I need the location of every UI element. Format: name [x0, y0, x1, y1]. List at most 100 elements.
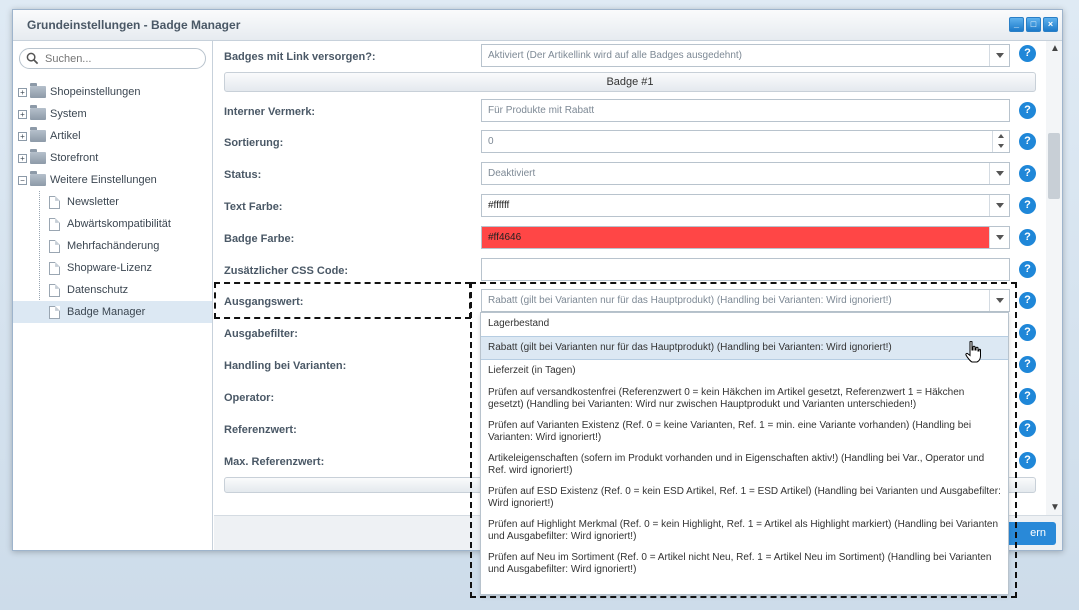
collapse-icon[interactable]: −	[18, 175, 27, 185]
tree-item-storefront[interactable]: + Storefront	[13, 147, 212, 169]
tree-item-datenschutz[interactable]: Datenschutz	[13, 279, 212, 301]
tree-item-abwaertskompatibilitaet[interactable]: Abwärtskompatibilität	[13, 213, 212, 235]
badge-color-label: Badge Farbe:	[224, 233, 295, 245]
dropdown-option[interactable]: Lieferzeit (in Tagen)	[481, 360, 1008, 383]
css-input[interactable]	[481, 258, 1010, 281]
help-icon[interactable]: ?	[1019, 229, 1036, 246]
row-link: Badges mit Link versorgen?: Aktiviert (D…	[214, 41, 1062, 73]
source-combo-value: Rabatt (gilt bei Varianten nur für das H…	[488, 295, 892, 306]
search-input[interactable]	[45, 52, 195, 65]
vertical-scrollbar[interactable]: ▲ ▼	[1046, 41, 1062, 515]
note-input[interactable]: Für Produkte mit Rabatt	[481, 99, 1010, 122]
help-icon[interactable]: ?	[1019, 165, 1036, 182]
window-title: Grundeinstellungen - Badge Manager	[27, 18, 241, 32]
tree-item-label: Artikel	[50, 130, 81, 142]
tree-item-label: Shopware-Lizenz	[67, 262, 152, 274]
help-icon[interactable]: ?	[1019, 45, 1036, 62]
dropdown-option[interactable]: Prüfen auf ESD Existenz (Ref. 0 = kein E…	[481, 482, 1008, 515]
note-value: Für Produkte mit Rabatt	[488, 105, 595, 116]
link-combo[interactable]: Aktiviert (Der Artikellink wird auf alle…	[481, 44, 1010, 67]
folder-open-icon	[30, 171, 46, 186]
max-ref-label: Max. Referenzwert:	[224, 456, 325, 468]
help-icon[interactable]: ?	[1019, 324, 1036, 341]
dropdown-option[interactable]: Artikeleigenschaften (sofern im Produkt …	[481, 449, 1008, 482]
tree-item-label: Weitere Einstellungen	[50, 174, 157, 186]
help-icon[interactable]: ?	[1019, 261, 1036, 278]
help-icon[interactable]: ?	[1019, 102, 1036, 119]
sort-value: 0	[488, 136, 494, 147]
minimize-button[interactable]: _	[1009, 17, 1024, 32]
tree-item-newsletter[interactable]: Newsletter	[13, 191, 212, 213]
row-status: Status: Deaktiviert ?	[214, 159, 1062, 191]
help-icon[interactable]: ?	[1019, 388, 1036, 405]
tree-item-label: Storefront	[50, 152, 99, 164]
window-titlebar[interactable]: Grundeinstellungen - Badge Manager _ □ ×	[13, 10, 1062, 41]
dropdown-option[interactable]: Prüfen auf Varianten Existenz (Ref. 0 = …	[481, 416, 1008, 449]
tree-item-system[interactable]: + System	[13, 103, 212, 125]
chevron-down-icon[interactable]	[989, 227, 1009, 248]
scroll-up-icon[interactable]: ▲	[1050, 43, 1060, 54]
tree-item-label: System	[50, 108, 87, 120]
tree-item-artikel[interactable]: + Artikel	[13, 125, 212, 147]
badge-section-header[interactable]: Badge #1	[224, 72, 1036, 92]
tree-item-label: Badge Manager	[67, 306, 146, 318]
dropdown-option[interactable]: Prüfen auf Highlight Merkmal (Ref. 0 = k…	[481, 515, 1008, 548]
help-icon[interactable]: ?	[1019, 197, 1036, 214]
expand-icon[interactable]: +	[18, 153, 27, 163]
source-combo[interactable]: Rabatt (gilt bei Varianten nur für das H…	[481, 289, 1010, 312]
badge-color-picker[interactable]: #ff4646	[481, 226, 1010, 249]
tree-item-shopeinstellungen[interactable]: + Shopeinstellungen	[13, 81, 212, 103]
link-combo-value: Aktiviert (Der Artikellink wird auf alle…	[488, 50, 743, 61]
expand-icon[interactable]: +	[18, 109, 27, 119]
search-box[interactable]	[19, 48, 206, 69]
text-color-value: #ffffff	[488, 200, 510, 211]
tree-item-weitere-einstellungen[interactable]: − Weitere Einstellungen	[13, 169, 212, 191]
spinner[interactable]	[992, 131, 1009, 152]
document-icon	[49, 305, 60, 319]
folder-icon	[30, 105, 46, 120]
tree-item-mehrfachaenderung[interactable]: Mehrfachänderung	[13, 235, 212, 257]
sort-number-field[interactable]: 0	[481, 130, 1010, 153]
badge-color-value: #ff4646	[488, 232, 522, 243]
status-label: Status:	[224, 169, 262, 181]
spin-up-icon[interactable]	[993, 131, 1009, 141]
chevron-down-icon[interactable]	[989, 163, 1009, 184]
status-value: Deaktiviert	[488, 168, 536, 179]
help-icon[interactable]: ?	[1019, 420, 1036, 437]
help-icon[interactable]: ?	[1019, 452, 1036, 469]
expand-icon[interactable]: +	[18, 87, 27, 97]
help-icon[interactable]: ?	[1019, 133, 1036, 150]
help-icon[interactable]: ?	[1019, 356, 1036, 373]
text-color-picker[interactable]: #ffffff	[481, 194, 1010, 217]
tree-item-label: Newsletter	[67, 196, 119, 208]
dropdown-option-selected[interactable]: Rabatt (gilt bei Varianten nur für das H…	[481, 335, 1008, 360]
chevron-down-icon[interactable]	[989, 195, 1009, 216]
row-sort: Sortierung: 0 ?	[214, 127, 1062, 159]
settings-tree: + Shopeinstellungen + System + Artikel +…	[13, 81, 212, 323]
row-badge-color: Badge Farbe: #ff4646 ?	[214, 223, 1062, 255]
dropdown-option[interactable]: Prüfen auf versandkostenfrei (Referenzwe…	[481, 383, 1008, 416]
scroll-down-icon[interactable]: ▼	[1050, 502, 1060, 513]
folder-icon	[30, 149, 46, 164]
expand-icon[interactable]: +	[18, 131, 27, 141]
maximize-button[interactable]: □	[1026, 17, 1041, 32]
dropdown-option[interactable]: Lagerbestand	[481, 313, 1008, 336]
close-button[interactable]: ×	[1043, 17, 1058, 32]
folder-icon	[30, 83, 46, 98]
source-label: Ausgangswert:	[224, 296, 304, 308]
source-dropdown-list[interactable]: Lagerbestand Rabatt (gilt bei Varianten …	[480, 312, 1009, 595]
scroll-thumb[interactable]	[1048, 133, 1060, 199]
tree-item-label: Abwärtskompatibilität	[67, 218, 171, 230]
tree-item-label: Shopeinstellungen	[50, 86, 141, 98]
tree-item-badge-manager[interactable]: Badge Manager	[13, 301, 212, 323]
help-icon[interactable]: ?	[1019, 292, 1036, 309]
spin-down-icon[interactable]	[993, 141, 1009, 151]
dropdown-option[interactable]: Prüfen auf Neu im Sortiment (Ref. 0 = Ar…	[481, 548, 1008, 581]
link-label: Badges mit Link versorgen?:	[224, 51, 376, 63]
css-label: Zusätzlicher CSS Code:	[224, 265, 349, 277]
chevron-down-icon[interactable]	[989, 45, 1009, 66]
chevron-down-icon[interactable]	[989, 290, 1009, 311]
tree-item-shopware-lizenz[interactable]: Shopware-Lizenz	[13, 257, 212, 279]
operator-label: Operator:	[224, 392, 275, 404]
status-combo[interactable]: Deaktiviert	[481, 162, 1010, 185]
